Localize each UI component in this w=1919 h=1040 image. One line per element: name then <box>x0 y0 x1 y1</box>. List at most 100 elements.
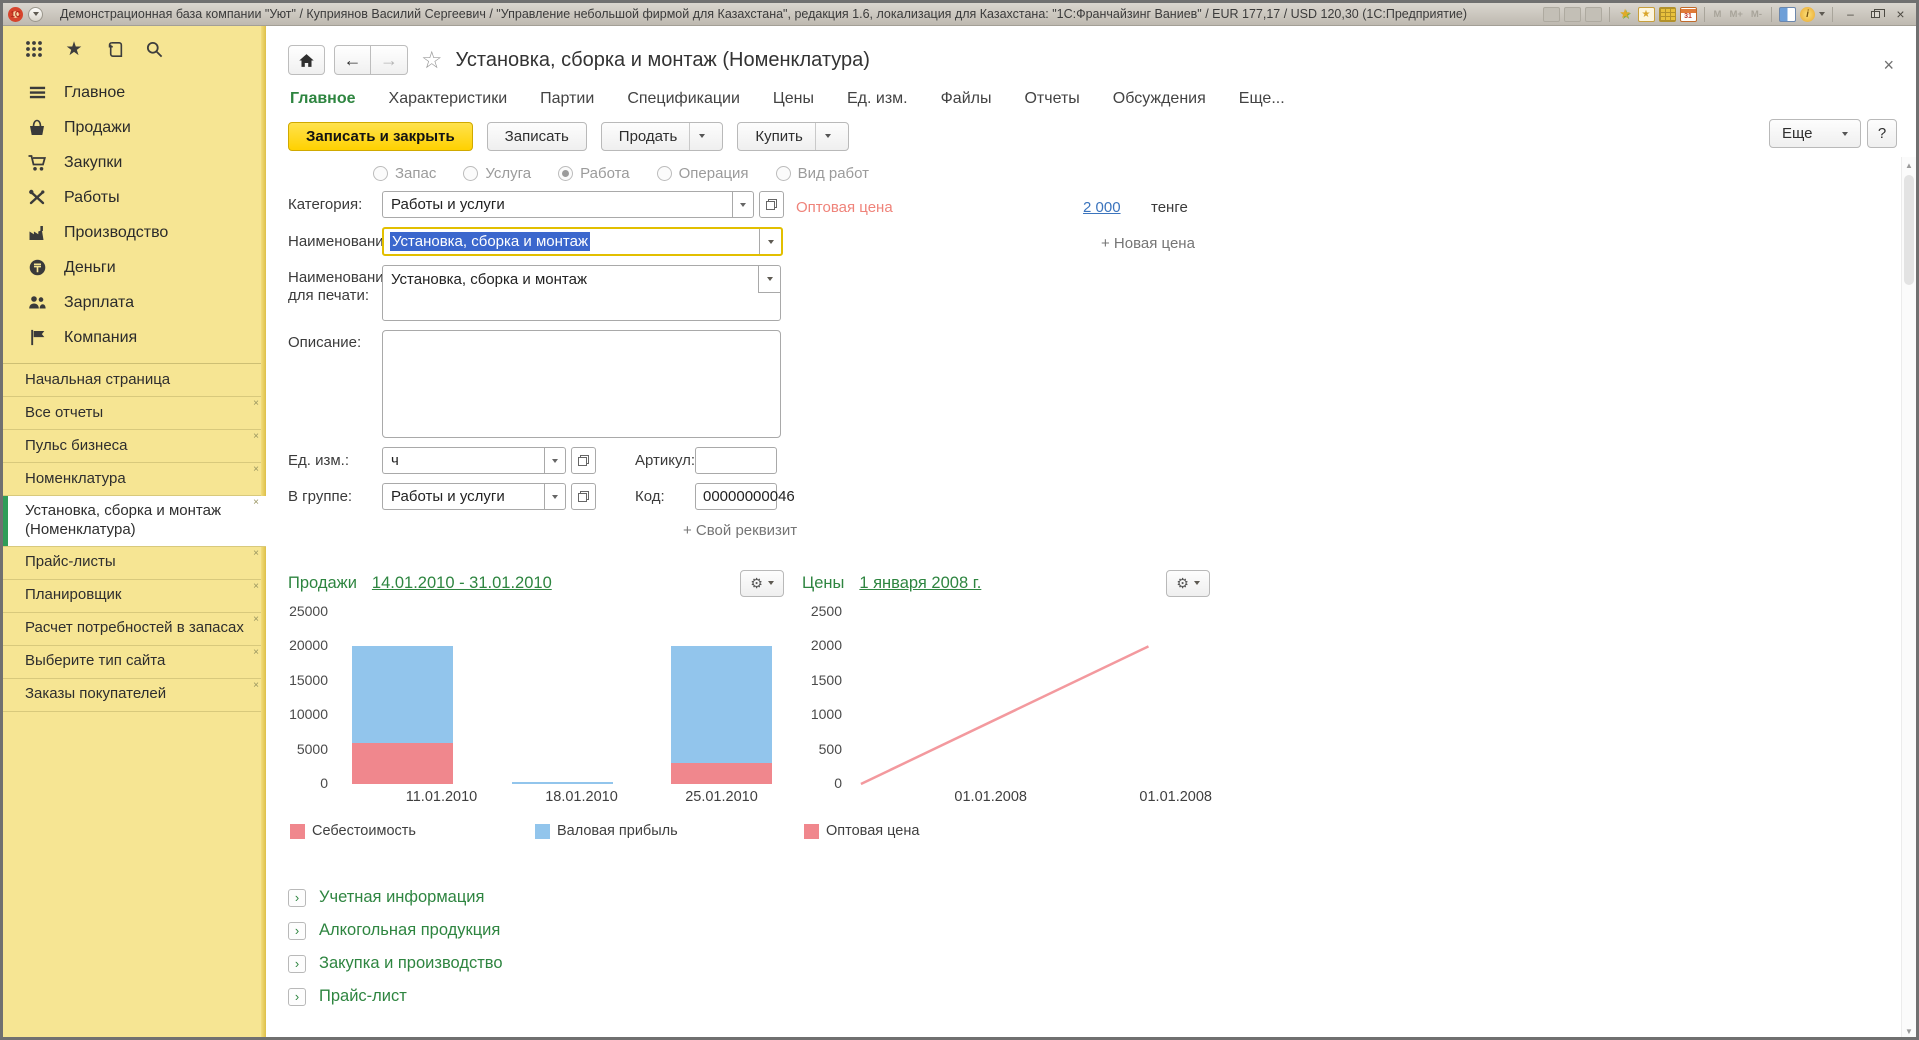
category-open-icon[interactable] <box>759 191 784 218</box>
sidebar-item-works[interactable]: Работы <box>3 180 266 215</box>
close-form-icon[interactable]: × <box>1883 56 1894 74</box>
save-and-close-button[interactable]: Записать и закрыть <box>288 122 473 151</box>
category-dropdown-icon[interactable] <box>732 191 754 218</box>
minimize-button[interactable]: – <box>1840 6 1861 22</box>
sidebar-item-purchases[interactable]: Закупки <box>3 145 266 180</box>
sidebar-item-salary[interactable]: Зарплата <box>3 285 266 320</box>
sidebar-item-main[interactable]: Главное <box>3 75 266 110</box>
chevron-right-icon[interactable]: › <box>288 988 306 1006</box>
more-button[interactable]: Еще <box>1769 119 1861 148</box>
group-input[interactable]: Работы и услуги <box>382 483 544 510</box>
tab-units[interactable]: Ед. изм. <box>847 90 908 108</box>
window-tab[interactable]: Выберите тип сайта× <box>3 646 266 679</box>
favorites-star-icon[interactable]: ★ <box>55 35 93 63</box>
info-icon[interactable]: i <box>1800 7 1815 22</box>
scrollbar-thumb[interactable] <box>1904 175 1914 285</box>
sku-input[interactable] <box>695 447 777 474</box>
window-tab[interactable]: Планировщик× <box>3 580 266 613</box>
prices-period-link[interactable]: 1 января 2008 г. <box>859 574 981 593</box>
close-tab-icon[interactable]: × <box>253 648 259 658</box>
tab-more[interactable]: Еще... <box>1239 90 1285 108</box>
calendar-icon[interactable]: 31 <box>1680 7 1697 22</box>
group-open-icon[interactable] <box>571 483 596 510</box>
tab-characteristics[interactable]: Характеристики <box>389 90 508 108</box>
radio-work-type[interactable]: Вид работ <box>776 165 869 182</box>
apps-grid-icon[interactable] <box>15 35 53 63</box>
window-tab[interactable]: Расчет потребностей в запасах× <box>3 613 266 646</box>
section-purchase-production[interactable]: › Закупка и производство <box>288 947 1916 980</box>
close-tab-icon[interactable]: × <box>253 498 259 508</box>
back-button[interactable]: ← <box>334 45 371 75</box>
tab-specifications[interactable]: Спецификации <box>627 90 740 108</box>
help-button[interactable]: ? <box>1867 119 1897 148</box>
sidebar-item-production[interactable]: Производство <box>3 215 266 250</box>
print-icon[interactable] <box>1564 7 1581 22</box>
sales-period-link[interactable]: 14.01.2010 - 31.01.2010 <box>372 574 552 593</box>
window-tab-home[interactable]: Начальная страница <box>3 364 266 397</box>
search-icon[interactable] <box>135 35 173 63</box>
name-input[interactable]: Установка, сборка и монтаж <box>384 229 759 254</box>
split-panel-icon[interactable] <box>1779 7 1796 22</box>
close-tab-icon[interactable]: × <box>253 549 259 559</box>
scroll-down-icon[interactable]: ▼ <box>1902 1023 1916 1039</box>
memory-m-plus-icon[interactable]: M+ <box>1727 7 1744 22</box>
window-tab[interactable]: Пульс бизнеса× <box>3 430 266 463</box>
home-button[interactable] <box>288 45 325 75</box>
radio-service[interactable]: Услуга <box>463 165 531 182</box>
tab-reports[interactable]: Отчеты <box>1024 90 1079 108</box>
code-input[interactable]: 00000000046 <box>695 483 777 510</box>
prices-settings-button[interactable]: ⚙ <box>1166 570 1210 597</box>
restore-button[interactable] <box>1865 6 1886 22</box>
scroll-up-icon[interactable]: ▲ <box>1902 157 1916 173</box>
window-tab[interactable]: Номенклатура× <box>3 463 266 496</box>
calculator-icon[interactable] <box>1659 7 1676 22</box>
favorite-star-icon[interactable]: ☆ <box>421 46 443 75</box>
window-tab[interactable]: Заказы покупателей× <box>3 679 266 712</box>
close-tab-icon[interactable]: × <box>253 432 259 442</box>
sidebar-item-sales[interactable]: Продажи <box>3 110 266 145</box>
add-to-favorites-icon[interactable]: ★ <box>1617 7 1634 22</box>
name-dropdown-icon[interactable] <box>759 229 781 254</box>
window-tab[interactable]: Все отчеты× <box>3 397 266 430</box>
new-price-link[interactable]: + Новая цена <box>1101 235 1195 252</box>
radio-work[interactable]: Работа <box>558 165 630 182</box>
category-input[interactable]: Работы и услуги <box>382 191 732 218</box>
tab-files[interactable]: Файлы <box>941 90 992 108</box>
buy-button[interactable]: Купить <box>737 122 848 151</box>
tab-batches[interactable]: Партии <box>540 90 594 108</box>
close-tab-icon[interactable]: × <box>253 615 259 625</box>
window-tab-active[interactable]: Установка, сборка и монтаж (Номенклатура… <box>3 496 266 547</box>
sell-button[interactable]: Продать <box>601 122 724 151</box>
sidebar-item-money[interactable]: Деньги <box>3 250 266 285</box>
section-alcohol-products[interactable]: › Алкогольная продукция <box>288 914 1916 947</box>
radio-stock[interactable]: Запас <box>373 165 436 182</box>
unit-input[interactable]: ч <box>382 447 544 474</box>
radio-operation[interactable]: Операция <box>657 165 749 182</box>
section-accounting-info[interactable]: › Учетная информация <box>288 881 1916 914</box>
save-button[interactable]: Записать <box>487 122 587 151</box>
print-name-dropdown-icon[interactable] <box>758 266 780 293</box>
sales-settings-button[interactable]: ⚙ <box>740 570 784 597</box>
close-tab-icon[interactable]: × <box>253 465 259 475</box>
tab-prices[interactable]: Цены <box>773 90 814 108</box>
forward-button[interactable]: → <box>371 45 408 75</box>
close-tab-icon[interactable]: × <box>253 681 259 691</box>
print-name-input[interactable]: Установка, сборка и монтаж <box>382 265 781 321</box>
sidebar-item-company[interactable]: Компания <box>3 320 266 355</box>
close-tab-icon[interactable]: × <box>253 582 259 592</box>
chevron-right-icon[interactable]: › <box>288 955 306 973</box>
group-dropdown-icon[interactable] <box>544 483 566 510</box>
unit-open-icon[interactable] <box>571 447 596 474</box>
memory-m-icon[interactable]: M <box>1712 7 1724 22</box>
system-menu-button[interactable] <box>28 7 43 22</box>
window-tab[interactable]: Прайс-листы× <box>3 547 266 580</box>
favorites-icon[interactable]: ★ <box>1638 7 1655 22</box>
description-input[interactable] <box>382 330 781 438</box>
close-tab-icon[interactable]: × <box>253 399 259 409</box>
memory-m-minus-icon[interactable]: M- <box>1749 7 1764 22</box>
history-icon[interactable] <box>95 35 133 63</box>
close-window-button[interactable]: × <box>1890 6 1911 22</box>
vertical-scrollbar[interactable]: ▲ ▼ <box>1901 157 1916 1039</box>
chevron-right-icon[interactable]: › <box>288 922 306 940</box>
custom-attribute-link[interactable]: + Свой реквизит <box>683 522 797 539</box>
